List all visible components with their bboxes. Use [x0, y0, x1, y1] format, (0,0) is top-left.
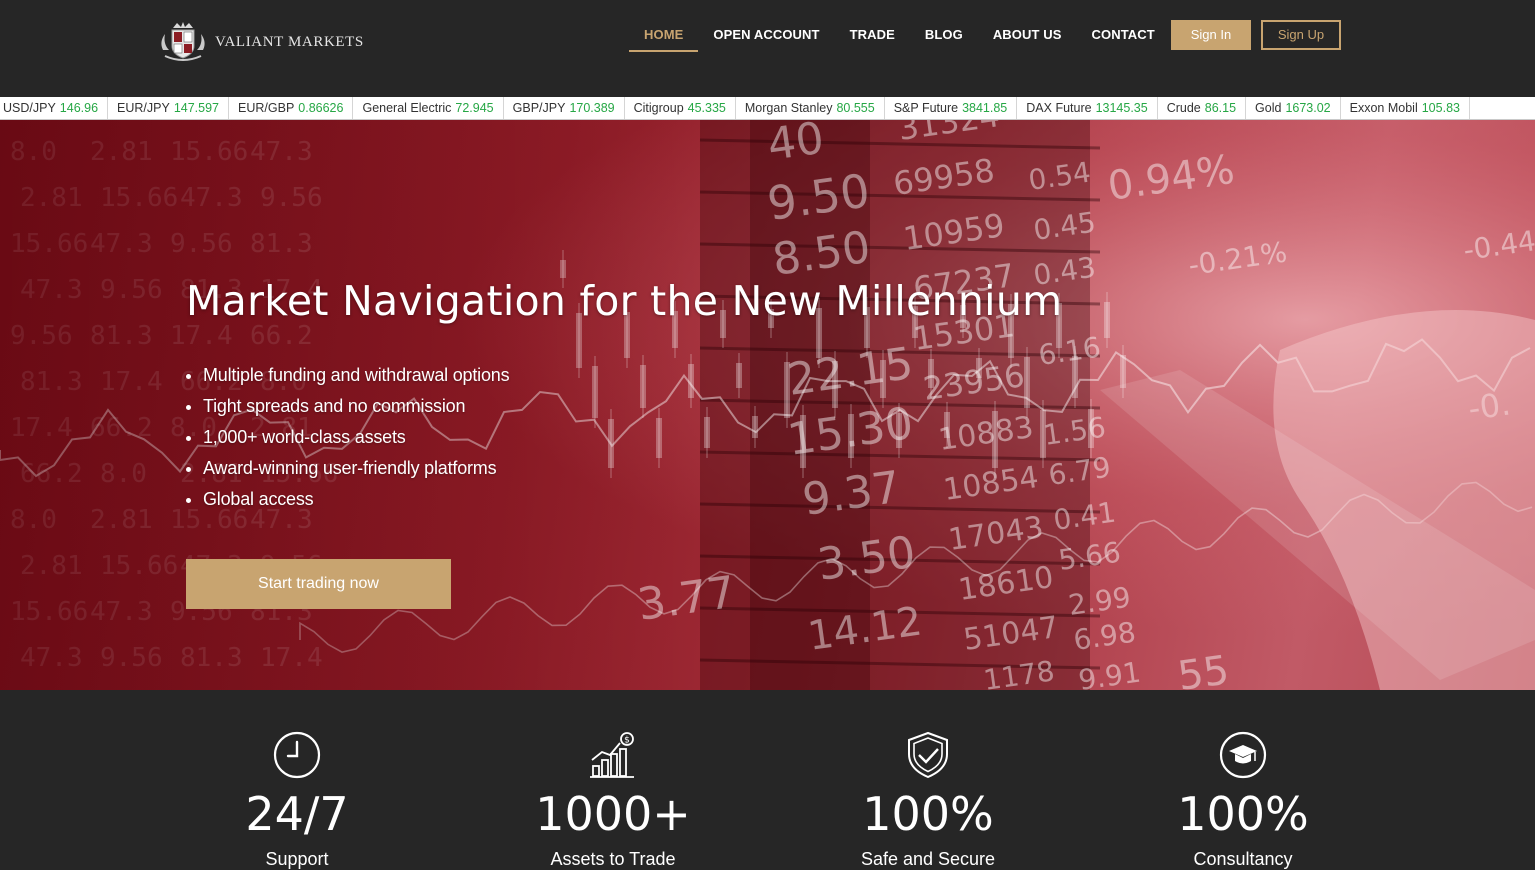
- candle-body: [880, 360, 886, 398]
- ticker-item[interactable]: General Electric 72.945: [353, 97, 504, 119]
- candle-body: [928, 359, 934, 388]
- ticker-price: 86.15: [1204, 101, 1237, 115]
- ticker-symbol: Exxon Mobil: [1349, 101, 1418, 115]
- nav-contact[interactable]: CONTACT: [1077, 22, 1170, 50]
- brand-logo[interactable]: VALIANT MARKETS: [157, 20, 364, 64]
- ticker-item[interactable]: Gold 1673.02: [1246, 97, 1341, 119]
- ticker-symbol: EUR/GBP: [238, 101, 295, 115]
- hero-bullet: Award-winning user-friendly platforms: [186, 453, 509, 484]
- ticker-price: 0.86626: [298, 101, 344, 115]
- feature-label: Assets to Trade: [550, 849, 676, 869]
- ticker-item[interactable]: Crude 86.15: [1158, 97, 1247, 119]
- svg-text:$: $: [624, 736, 630, 746]
- ticker-symbol: Crude: [1166, 101, 1201, 115]
- price-ticker: USD/JPY 146.96 EUR/JPY 147.597 EUR/GBP 0.8662…: [0, 97, 1535, 120]
- hero-bullet: Global access: [186, 484, 509, 515]
- feature-value: 100%: [1177, 787, 1309, 841]
- feature-value: 24/7: [245, 787, 349, 841]
- nav-trade[interactable]: TRADE: [835, 22, 910, 50]
- hero-feature-list: Multiple funding and withdrawal options …: [186, 360, 510, 515]
- ticker-symbol: Gold: [1255, 101, 1282, 115]
- site-header: VALIANT MARKETS HOME OPEN ACCOUNT TRADE …: [0, 0, 1535, 97]
- start-trading-button[interactable]: Start trading now: [186, 559, 451, 609]
- feature-label: Support: [265, 849, 329, 869]
- ticker-price: 72.945: [455, 101, 494, 115]
- graduation-cap-icon: [1219, 731, 1267, 779]
- ticker-symbol: General Electric: [362, 101, 452, 115]
- feature-value: 1000+: [535, 787, 691, 841]
- board-digit: 55: [1175, 647, 1232, 690]
- candle-body: [752, 416, 758, 438]
- ticker-item[interactable]: DAX Future 13145.35: [1017, 97, 1158, 119]
- candle-body: [848, 414, 854, 458]
- ticker-item[interactable]: S&P Future 3841.85: [885, 97, 1018, 119]
- ticker-symbol: S&P Future: [893, 101, 959, 115]
- candle-body: [896, 413, 902, 448]
- ticker-price: 146.96: [59, 101, 99, 115]
- feature-label: Safe and Secure: [860, 849, 996, 869]
- hero-bullet: 1,000+ world-class assets: [186, 422, 509, 453]
- candle-body: [1040, 410, 1046, 458]
- candle-body: [784, 362, 790, 418]
- nav-home[interactable]: HOME: [629, 22, 699, 52]
- ticker-track: USD/JPY 146.96 EUR/JPY 147.597 EUR/GBP 0.8662…: [0, 97, 1470, 119]
- candle-body: [944, 412, 950, 438]
- candle-body: [1104, 302, 1110, 338]
- ticker-symbol: DAX Future: [1026, 101, 1092, 115]
- ticker-price: 105.83: [1421, 101, 1460, 115]
- clock-icon: [273, 731, 321, 779]
- candle-body: [1088, 409, 1094, 448]
- shield-check-icon: [908, 731, 948, 779]
- ticker-symbol: Citigroup: [633, 101, 684, 115]
- ticker-price: 170.389: [569, 101, 615, 115]
- ticker-price: 80.555: [836, 101, 875, 115]
- crest-logo-icon: [161, 22, 205, 61]
- candle-body: [736, 363, 742, 388]
- ticker-price: 3841.85: [962, 101, 1008, 115]
- ticker-price: 45.335: [687, 101, 726, 115]
- main-nav: HOME OPEN ACCOUNT TRADE BLOG ABOUT US CO…: [629, 22, 1170, 52]
- feature-value: 100%: [862, 787, 994, 841]
- candle-body: [832, 361, 838, 408]
- brand-name: VALIANT MARKETS: [215, 33, 364, 50]
- candle-body: [992, 411, 998, 468]
- nav-open-account[interactable]: OPEN ACCOUNT: [698, 22, 834, 50]
- ticker-symbol: USD/JPY: [3, 101, 56, 115]
- ticker-item[interactable]: Citigroup 45.335: [625, 97, 736, 119]
- nav-blog[interactable]: BLOG: [910, 22, 978, 50]
- ticker-item[interactable]: Morgan Stanley 80.555: [736, 97, 885, 119]
- ticker-item[interactable]: EUR/GBP 0.86626: [229, 97, 354, 119]
- ticker-item[interactable]: Exxon Mobil 105.83: [1341, 97, 1470, 119]
- ticker-price: 147.597: [173, 101, 220, 115]
- candle-body: [800, 415, 806, 468]
- ticker-price: 13145.35: [1095, 101, 1148, 115]
- board-digit: 40: [764, 120, 827, 171]
- ticker-item[interactable]: USD/JPY 146.96: [0, 97, 109, 119]
- ticker-symbol: EUR/JPY: [117, 101, 170, 115]
- ticker-price: 1673.02: [1285, 101, 1331, 115]
- candle-body: [704, 417, 710, 448]
- sign-in-button[interactable]: Sign In: [1171, 20, 1251, 50]
- ticker-symbol: GBP/JPY: [512, 101, 566, 115]
- sign-up-button[interactable]: Sign Up: [1261, 20, 1341, 50]
- nav-about-us[interactable]: ABOUT US: [978, 22, 1077, 50]
- ticker-item[interactable]: EUR/JPY 147.597: [108, 97, 230, 119]
- ticker-symbol: Morgan Stanley: [744, 101, 833, 115]
- ticker-item[interactable]: GBP/JPY 170.389: [504, 97, 625, 119]
- feature-label: Consultancy: [1193, 849, 1293, 869]
- growth-chart-dollar-icon: $: [590, 732, 634, 778]
- candle-body: [1120, 355, 1126, 388]
- hero-bullet: Multiple funding and withdrawal options: [186, 360, 510, 391]
- hero-title: Market Navigation for the New Millennium: [186, 277, 1063, 325]
- features-strip: 24/7 Support $ 1000+ Assets to Trade 100…: [0, 690, 1535, 869]
- hero-bullet: Tight spreads and no commission: [186, 391, 509, 422]
